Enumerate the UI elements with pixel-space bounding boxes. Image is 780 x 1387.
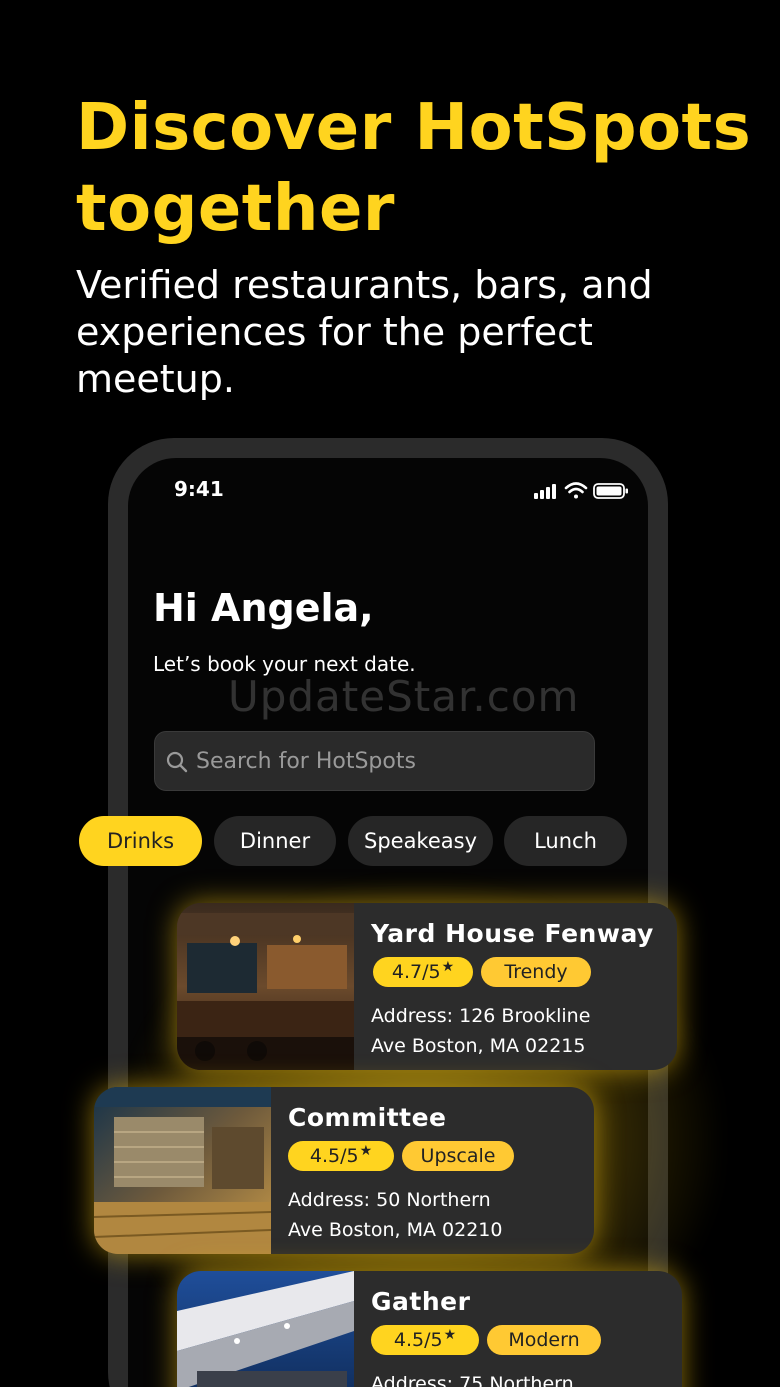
hero-title-line-1: Discover HotSpots [76,91,752,165]
wifi-icon [564,482,588,499]
place-card[interactable]: Committee 4.5/5 ★ Upscale Address: 50 Nor… [94,1087,594,1254]
address-line-1: Address: 50 Northern [288,1189,491,1211]
status-bar-icons [534,482,628,499]
hero-title-line-2: together [76,172,395,246]
search-bar[interactable] [154,731,595,791]
watermark-text: UpdateStar.com [228,672,580,721]
hero-title: Discover HotSpots together [76,88,766,250]
filter-chip-speakeasy[interactable]: Speakeasy [348,816,493,866]
vibe-tag: Trendy [481,957,591,987]
place-name: Committee [288,1103,447,1132]
place-address: Address: 50 Northern Ave Boston, MA 0221… [288,1185,578,1245]
address-line-1: Address: 126 Brookline [371,1005,591,1027]
place-photo [94,1087,271,1254]
filter-chip-dinner[interactable]: Dinner [214,816,336,866]
hero-subtitle-line-2: experiences for the perfect [76,310,593,354]
rating-badge: 4.5/5 ★ [371,1325,479,1355]
rating-value: 4.7/5 [391,961,441,983]
hero-subtitle-line-3: meetup. [76,357,235,401]
signal-icon [534,484,556,499]
star-icon: ★ [359,1143,373,1159]
place-address: Address: 75 Northern [371,1369,661,1387]
place-photo [177,1271,354,1387]
place-card[interactable]: Yard House Fenway 4.7/5 ★ Trendy Address:… [177,903,677,1070]
hero-subtitle: Verified restaurants, bars, and experien… [76,262,716,403]
battery-icon [593,483,628,499]
place-name: Gather [371,1287,471,1316]
vibe-tag: Modern [487,1325,601,1355]
status-bar-time: 9:41 [174,477,224,501]
place-name: Yard House Fenway [371,919,654,948]
address-line-2: Ave Boston, MA 02215 [371,1035,586,1057]
star-icon: ★ [441,959,455,975]
rating-badge: 4.5/5 ★ [288,1141,394,1171]
star-icon: ★ [443,1327,457,1343]
filter-chip-lunch[interactable]: Lunch [504,816,627,866]
rating-badge: 4.7/5 ★ [373,957,473,987]
address-line-1: Address: 75 Northern [371,1373,574,1387]
vibe-tag: Upscale [402,1141,514,1171]
search-icon [166,751,188,773]
onboarding-screen: Discover HotSpots together Verified rest… [0,0,780,1387]
place-address: Address: 126 Brookline Ave Boston, MA 02… [371,1001,661,1061]
address-line-2: Ave Boston, MA 02210 [288,1219,503,1241]
hero-subtitle-line-1: Verified restaurants, bars, and [76,263,653,307]
search-input[interactable] [196,732,586,790]
filter-chip-drinks[interactable]: Drinks [79,816,202,866]
rating-value: 4.5/5 [393,1329,443,1351]
greeting-title: Hi Angela, [153,586,374,630]
place-photo [177,903,354,1070]
place-card[interactable]: Gather 4.5/5 ★ Modern Address: 75 Norther… [177,1271,682,1387]
rating-value: 4.5/5 [309,1145,359,1167]
